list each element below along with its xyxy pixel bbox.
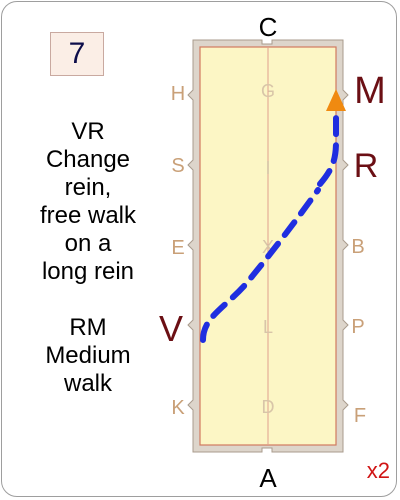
letter-d: D (262, 397, 275, 417)
dressage-arena-diagram: C A G I X L D H S E V K M R B P F (159, 12, 386, 493)
letter-r: R (354, 147, 379, 185)
letter-s: S (171, 155, 184, 177)
letter-g: G (261, 81, 275, 101)
letter-v: V (159, 308, 183, 349)
letter-e: E (171, 237, 184, 259)
letter-l: L (263, 317, 273, 337)
letter-c: C (259, 12, 278, 42)
letter-i: I (265, 158, 270, 178)
letter-k: K (171, 397, 185, 419)
letter-f: F (354, 405, 366, 427)
letter-a: A (259, 463, 277, 493)
letter-p: P (351, 316, 364, 338)
letter-h: H (171, 83, 185, 105)
letter-m: M (354, 70, 386, 112)
repeat-count: x2 (366, 458, 390, 483)
letter-b: B (351, 236, 364, 258)
